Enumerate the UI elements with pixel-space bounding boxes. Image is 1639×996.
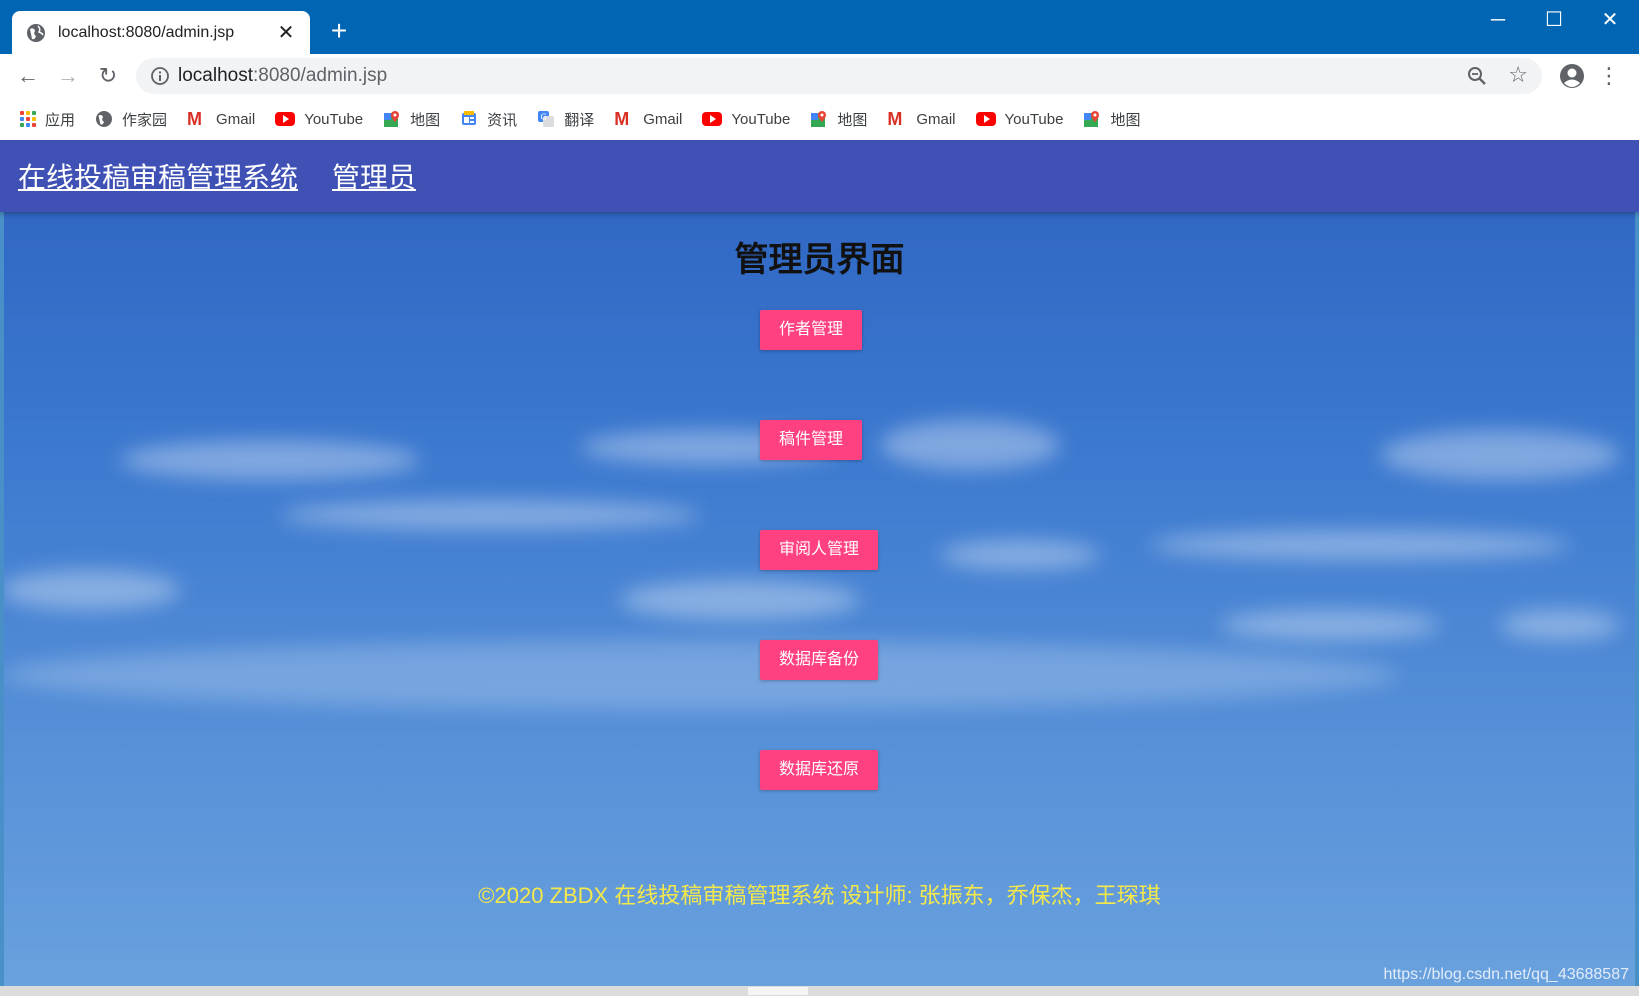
bookmark-item[interactable]: YouTube [275, 111, 363, 128]
database-restore-button[interactable]: 数据库还原 [760, 750, 878, 790]
maps-icon [1084, 111, 1100, 127]
bookmark-item[interactable]: M Gmail [887, 110, 955, 128]
site-navbar: 在线投稿审稿管理系统 管理员 [0, 140, 1639, 212]
bookmark-item[interactable]: M Gmail [187, 110, 255, 128]
gmail-icon: M [887, 109, 903, 129]
url-text[interactable]: localhost:8080/admin.jsp [178, 58, 387, 94]
bookmark-label: 应用 [45, 111, 76, 129]
new-tab-button[interactable]: + [326, 17, 352, 45]
url-bar[interactable]: localhost:8080/admin.jsp ☆ [136, 58, 1542, 94]
bookmark-label: Gmail [216, 110, 256, 128]
page-content: 在线投稿审稿管理系统 管理员 管理员界面 作者管理 稿件管理 审阅人管理 数据库… [0, 140, 1639, 996]
author-management-button[interactable]: 作者管理 [760, 310, 862, 350]
gmail-icon: M [187, 109, 203, 129]
cloud-decoration [0, 640, 1400, 710]
cloud-decoration [880, 420, 1060, 470]
reload-icon[interactable]: ↻ [94, 62, 122, 90]
maps-icon [811, 111, 827, 127]
maps-icon [384, 111, 400, 127]
bookmark-label: YouTube [1004, 110, 1064, 128]
gmail-icon: M [614, 109, 630, 129]
back-arrow-icon[interactable]: ← [14, 62, 42, 90]
maximize-button[interactable]: ☐ [1534, 8, 1574, 32]
bookmark-label: 地图 [1110, 111, 1141, 129]
bookmark-label: 作家园 [122, 111, 168, 129]
globe-icon [96, 111, 113, 127]
minimize-button[interactable]: ─ [1478, 8, 1518, 32]
footer-copyright: ©2020 ZBDX 在线投稿审稿管理系统 设计师: 张振东，乔保杰，王琛琪 [478, 883, 1161, 908]
address-toolbar: ← → ↻ localhost:8080/admin.jsp ☆ ⋮ [0, 54, 1639, 98]
reviewer-management-button[interactable]: 审阅人管理 [760, 530, 878, 570]
bookmark-item[interactable]: 地图 [1083, 109, 1140, 130]
manuscript-management-button[interactable]: 稿件管理 [760, 420, 862, 460]
bookmark-label: 地图 [837, 111, 868, 129]
translate-icon: G [538, 111, 555, 127]
cloud-decoration [620, 580, 860, 620]
more-menu-icon[interactable]: ⋮ [1598, 62, 1620, 90]
bookmark-label: Gmail [916, 110, 956, 128]
browser-titlebar: localhost:8080/admin.jsp ✕ + ─ ☐ ✕ [0, 0, 1639, 54]
cloud-decoration [1500, 610, 1620, 640]
bookmark-item[interactable]: M Gmail [614, 110, 682, 128]
bookmark-label: 地图 [410, 111, 441, 129]
bookmark-item[interactable]: YouTube [975, 110, 1064, 128]
window-close-button[interactable]: ✕ [1590, 8, 1630, 32]
svg-text:G: G [541, 113, 547, 122]
info-icon[interactable] [150, 66, 170, 86]
bookmark-label: YouTube [731, 110, 791, 128]
apps-icon [20, 111, 36, 127]
bookmark-item[interactable]: 资讯 [460, 109, 517, 130]
bookmark-item[interactable]: 作家园 [95, 109, 167, 130]
brand-link[interactable]: 在线投稿审稿管理系统 [18, 156, 298, 196]
tab-title: localhost:8080/admin.jsp [58, 23, 235, 41]
tab-close-icon[interactable]: ✕ [276, 20, 296, 45]
watermark-text: https://blog.csdn.net/qq_43688587 [1383, 966, 1629, 983]
cloud-decoration [940, 540, 1100, 570]
url-host: localhost [178, 65, 253, 86]
browser-tab[interactable]: localhost:8080/admin.jsp ✕ [12, 11, 310, 54]
horizontal-scrollbar[interactable] [0, 986, 1639, 996]
bookmark-item[interactable]: G 翻译 [537, 109, 594, 130]
cloud-decoration [1380, 430, 1620, 480]
url-path: :8080/admin.jsp [253, 65, 388, 86]
database-backup-button[interactable]: 数据库备份 [760, 640, 878, 680]
bookmark-item[interactable]: 应用 [20, 109, 75, 130]
globe-icon [27, 23, 45, 42]
bookmark-star-icon[interactable]: ☆ [1508, 62, 1528, 88]
cloud-decoration [1150, 530, 1570, 560]
forward-arrow-icon[interactable]: → [54, 62, 82, 90]
bookmark-label: 翻译 [564, 111, 595, 129]
zoom-icon[interactable] [1466, 65, 1488, 87]
youtube-icon [975, 112, 996, 126]
news-icon [462, 111, 477, 125]
bookmark-item[interactable]: YouTube [702, 111, 790, 128]
bookmark-label: Gmail [643, 110, 683, 128]
bookmarks-bar: 应用 作家园 M Gmail YouTube 地图 资讯 G 翻译 M Gmail YouTube 地图… [0, 98, 1639, 140]
bookmark-item[interactable]: 地图 [810, 109, 867, 130]
page-title: 管理员界面 [734, 241, 905, 279]
bookmark-item[interactable]: 地图 [383, 109, 440, 130]
bookmark-label: YouTube [304, 110, 364, 128]
youtube-icon [702, 112, 723, 126]
admin-link[interactable]: 管理员 [332, 156, 416, 196]
bookmark-label: 资讯 [487, 111, 518, 129]
youtube-icon [275, 112, 296, 126]
cloud-decoration [280, 500, 700, 530]
cloud-decoration [120, 440, 420, 480]
scrollbar-thumb[interactable] [748, 987, 808, 995]
cloud-decoration [0, 570, 180, 610]
account-icon[interactable] [1558, 62, 1586, 90]
cloud-decoration [1220, 610, 1440, 640]
